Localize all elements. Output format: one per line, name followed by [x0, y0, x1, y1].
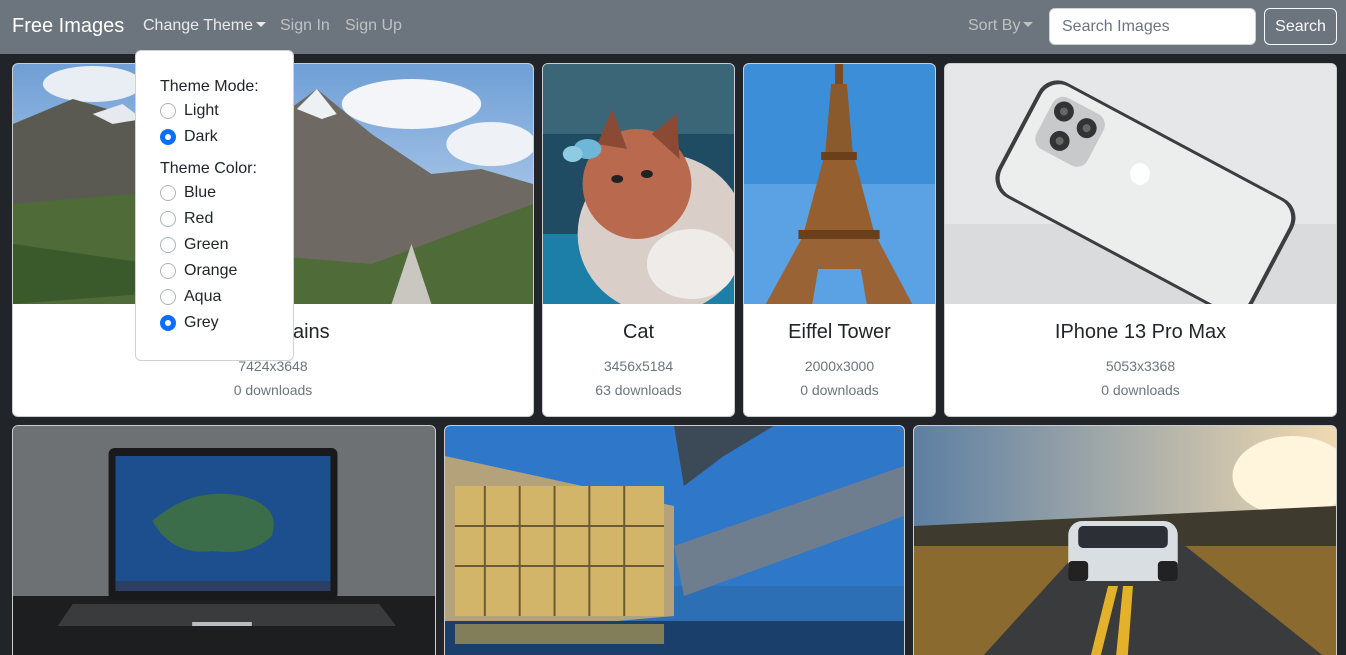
theme-color-blue-option[interactable]: Blue	[160, 182, 216, 204]
sign-up-link[interactable]: Sign Up	[345, 17, 402, 35]
theme-color-header: Theme Color:	[160, 160, 257, 177]
car-image[interactable]	[914, 426, 1336, 655]
theme-dropdown-menu: Theme Mode: Light Dark Theme Color: Blue…	[135, 50, 294, 361]
sign-in-link[interactable]: Sign In	[280, 17, 330, 35]
theme-color-grey-option[interactable]: Grey	[160, 312, 219, 334]
card-downloads: 0 downloads	[800, 382, 879, 398]
iphone-image[interactable]	[945, 64, 1336, 304]
image-card-building[interactable]	[444, 425, 905, 655]
radio-light[interactable]	[160, 103, 176, 119]
change-theme-dropdown-toggle[interactable]: Change Theme	[143, 17, 266, 35]
option-label: Orange	[184, 262, 238, 279]
option-label: Aqua	[184, 288, 222, 305]
image-card-car[interactable]	[913, 425, 1337, 655]
eiffel-tower-image[interactable]	[744, 64, 935, 304]
theme-mode-header: Theme Mode:	[160, 78, 259, 95]
sort-by-label: Sort By	[968, 17, 1021, 34]
image-card-cat[interactable]: Cat 3456x5184 63 downloads	[542, 63, 735, 417]
radio-grey[interactable]	[160, 315, 176, 331]
theme-mode-light-option[interactable]: Light	[160, 100, 219, 122]
theme-color-orange-option[interactable]: Orange	[160, 260, 237, 282]
option-label: Dark	[184, 128, 218, 145]
radio-dark[interactable]	[160, 129, 176, 145]
image-card-macbook[interactable]	[12, 425, 436, 655]
theme-color-red-option[interactable]: Red	[160, 208, 213, 230]
cat-image[interactable]	[543, 64, 734, 304]
building-image[interactable]	[445, 426, 904, 655]
theme-mode-dark-option[interactable]: Dark	[160, 126, 218, 148]
brand-logo[interactable]: Free Images	[12, 15, 124, 38]
change-theme-label: Change Theme	[143, 17, 253, 34]
image-card-iphone[interactable]: IPhone 13 Pro Max 5053x3368 0 downloads	[944, 63, 1337, 417]
radio-green[interactable]	[160, 237, 176, 253]
option-label: Blue	[184, 184, 217, 201]
option-label: Green	[184, 236, 229, 253]
radio-orange[interactable]	[160, 263, 176, 279]
card-downloads: 0 downloads	[1101, 382, 1180, 398]
card-dimensions: 3456x5184	[603, 358, 674, 374]
search-button[interactable]: Search	[1264, 8, 1337, 45]
radio-blue[interactable]	[160, 185, 176, 201]
search-input[interactable]	[1049, 8, 1256, 45]
card-downloads: 63 downloads	[595, 382, 682, 398]
theme-color-green-option[interactable]: Green	[160, 234, 228, 256]
card-dimensions: 5053x3368	[1105, 358, 1176, 374]
option-label: Grey	[184, 314, 219, 331]
option-label: Red	[184, 210, 214, 227]
card-dimensions: 2000x3000	[804, 358, 875, 374]
caret-down-icon	[256, 22, 266, 27]
card-title: Cat	[622, 321, 655, 343]
radio-red[interactable]	[160, 211, 176, 227]
navbar: Free Images Change Theme Sign In Sign Up…	[0, 0, 1346, 54]
caret-down-icon	[1023, 22, 1034, 27]
option-label: Light	[184, 102, 219, 119]
macbook-image[interactable]	[13, 426, 435, 655]
theme-color-aqua-option[interactable]: Aqua	[160, 286, 221, 308]
radio-aqua[interactable]	[160, 289, 176, 305]
card-title: Eiffel Tower	[788, 321, 891, 343]
image-card-eiffel-tower[interactable]: Eiffel Tower 2000x3000 0 downloads	[743, 63, 936, 417]
card-title: IPhone 13 Pro Max	[1054, 321, 1227, 343]
sort-by-dropdown-toggle[interactable]: Sort By	[968, 17, 1034, 35]
card-downloads: 0 downloads	[233, 382, 313, 398]
